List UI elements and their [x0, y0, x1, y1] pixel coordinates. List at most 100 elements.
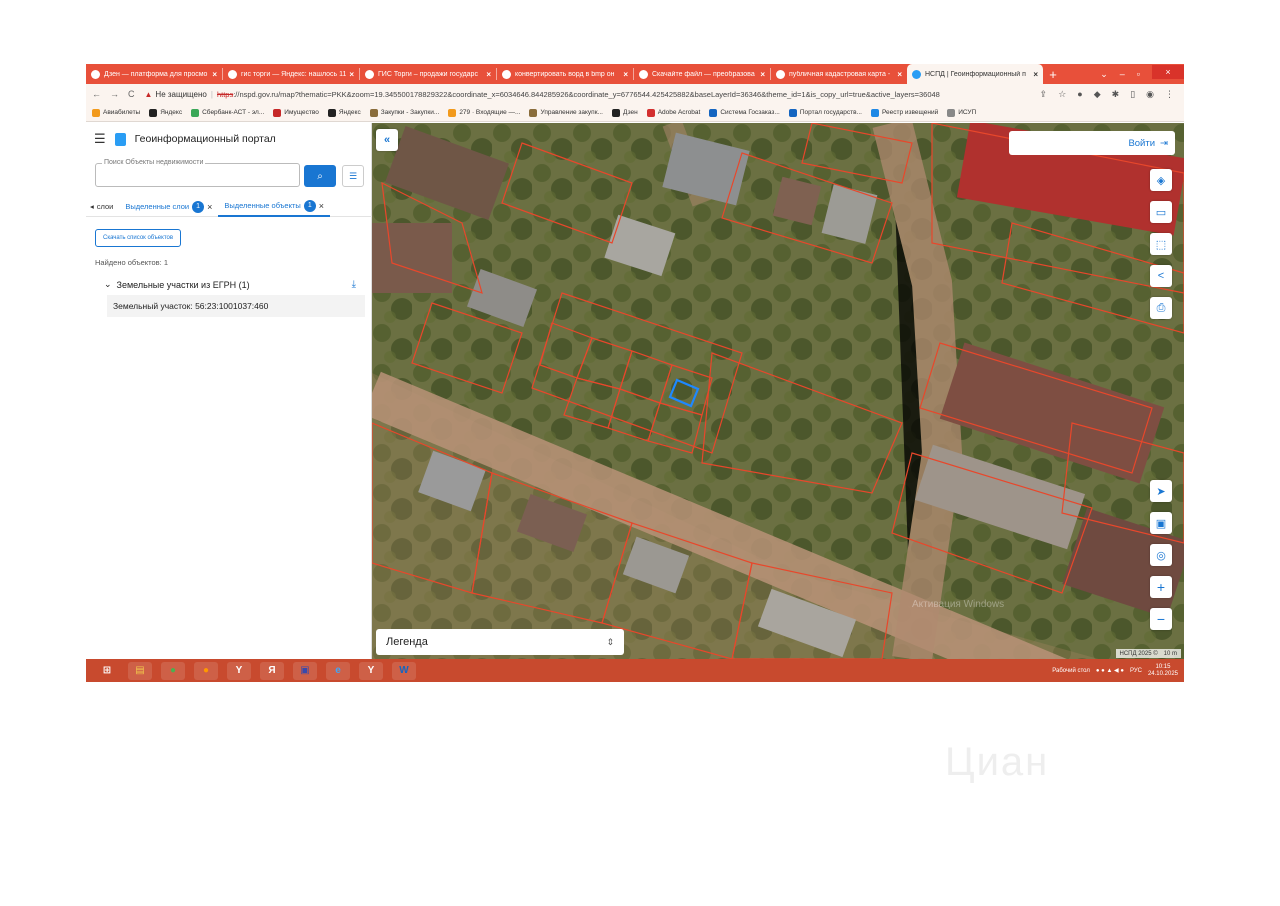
legend-select[interactable]: Легенда ⇕	[376, 629, 624, 655]
ie-icon[interactable]: e	[326, 661, 350, 680]
puzzle-icon[interactable]: ✱	[1112, 89, 1120, 100]
maximize-icon[interactable]: ▫	[1137, 69, 1140, 79]
screenshot-screen: Дзен — платформа для просмо × гис торги —…	[86, 64, 1184, 682]
print-button[interactable]: ⎙	[1150, 297, 1172, 319]
word-icon[interactable]: W	[392, 661, 416, 680]
reload-icon[interactable]: C	[128, 89, 135, 99]
sidepanel-icon[interactable]: ▯	[1130, 89, 1135, 100]
close-tab-icon[interactable]: ×	[623, 70, 628, 79]
close-tab-icon[interactable]: ×	[897, 70, 902, 79]
warning-icon[interactable]: ▲	[145, 90, 153, 99]
search-button[interactable]: ⌕	[304, 165, 336, 187]
bookmark-item[interactable]: Авиабилеты	[92, 108, 140, 117]
select-area-button[interactable]: ⬚	[1150, 233, 1172, 255]
share-page-icon[interactable]: ⇪	[1040, 89, 1048, 100]
search-input[interactable]	[95, 163, 300, 187]
layers-button[interactable]: ◈	[1150, 169, 1172, 191]
back-icon[interactable]: ←	[92, 89, 101, 99]
map-attribution: НСПД 2025 © 10 m	[1115, 649, 1181, 658]
bookmark-item[interactable]: Яндекс	[327, 108, 361, 117]
browser-tab[interactable]: ГИС Торги – продажи государс ×	[360, 64, 496, 84]
browser-tab[interactable]: Дзен — платформа для просмо ×	[86, 64, 222, 84]
hamburger-menu-icon[interactable]: ☰	[94, 131, 106, 147]
profile-icon[interactable]: ◉	[1146, 89, 1154, 100]
poi-button[interactable]: ◎	[1150, 544, 1172, 566]
tab-favicon-icon	[91, 69, 100, 79]
tab-selected-objects[interactable]: Выделенные объекты 1 ×	[218, 197, 331, 217]
filter-button[interactable]: ☰	[342, 165, 364, 187]
zoom-out-button[interactable]: −	[1150, 608, 1172, 630]
download-list-button[interactable]: Скачать список объектов	[95, 229, 182, 247]
address-bar-row: ← → C ▲ Не защищено | https://nspd.gov.r…	[86, 84, 1184, 104]
clock[interactable]: 10:15 24.10.2025	[1148, 664, 1178, 678]
tray-icons[interactable]: ● ● ▲ ◀ ●	[1096, 667, 1124, 674]
yandex-browser-icon[interactable]: Y	[227, 661, 251, 680]
tab-search-icon[interactable]: ⌄	[1100, 69, 1108, 80]
close-tab-icon[interactable]: ×	[1033, 70, 1038, 79]
bookmark-icon	[327, 108, 336, 117]
ruler-button[interactable]: ▭	[1150, 201, 1172, 223]
locate-button[interactable]: ➤	[1150, 480, 1172, 502]
bookmark-item[interactable]: Закупки - Закупки...	[369, 108, 439, 117]
bookmark-item[interactable]: Яндекс	[149, 108, 182, 117]
language-indicator[interactable]: РУС	[1130, 668, 1142, 674]
bookmark-item[interactable]: Система Госзаказ...	[709, 108, 780, 117]
bookmark-item[interactable]: ИСУП	[947, 108, 976, 117]
tab-label: слои	[96, 202, 114, 211]
close-window-icon[interactable]: ×	[1152, 65, 1184, 79]
browser-tab-active[interactable]: НСПД | Геоинформационный п ×	[907, 64, 1043, 84]
close-tab-icon[interactable]: ×	[212, 70, 217, 79]
list-item[interactable]: Земельный участок: 56:23:1001037:460	[107, 295, 365, 317]
save-icon[interactable]: ▣	[293, 661, 317, 680]
map-view[interactable]: « Войти ⇥ ◈ ▭ ⬚ < ⎙ ➤ ▣ ◎ + − Активация W…	[372, 123, 1184, 659]
close-tab-icon[interactable]: ×	[760, 70, 765, 79]
bookmark-item[interactable]: 279 · Входящие —...	[448, 108, 520, 117]
url-field[interactable]: https://nspd.gov.ru/map?thematic=PKK&zoo…	[217, 90, 1040, 99]
close-icon[interactable]: ×	[319, 201, 324, 211]
share-button[interactable]: <	[1150, 265, 1172, 287]
bookmark-item[interactable]: Сбербанк-АСТ - эл...	[191, 108, 264, 117]
collapse-sidebar-button[interactable]: «	[376, 129, 398, 151]
browser-tab[interactable]: Скачайте файл — преобразова ×	[634, 64, 770, 84]
tab-layers[interactable]: ◂ слои	[86, 197, 119, 217]
bookmark-item[interactable]: Имущество	[273, 108, 319, 117]
yandex-icon[interactable]: Я	[260, 661, 284, 680]
locate-icon: ➤	[1156, 485, 1166, 498]
page-content: ☰ Геоинформационный портал Поиск Объекты…	[86, 123, 1184, 659]
browser-tab[interactable]: конвертировать ворд в bmp он ×	[497, 64, 633, 84]
chrome-icon[interactable]: ●	[161, 661, 185, 680]
security-label[interactable]: Не защищено	[155, 90, 206, 99]
minimap-button[interactable]: ▣	[1150, 512, 1172, 534]
explorer-icon[interactable]: ▤	[128, 661, 152, 680]
new-tab-button[interactable]: +	[1043, 64, 1063, 84]
browser-tab[interactable]: публичная кадастровая карта - ×	[771, 64, 907, 84]
bookmark-icon	[646, 108, 655, 117]
bookmark-item[interactable]: Портал государств...	[788, 108, 862, 117]
desktop-label[interactable]: Рабочий стол	[1052, 668, 1090, 674]
bookmark-item[interactable]: Adobe Acrobat	[646, 108, 700, 117]
login-button[interactable]: Войти ⇥	[1009, 131, 1175, 155]
chevron-down-icon[interactable]: ⌄	[104, 279, 112, 290]
menu-icon[interactable]: ⋮	[1165, 89, 1174, 100]
star-icon[interactable]: ☆	[1058, 89, 1066, 100]
windows-taskbar: ⊞ ▤ ● ● Y Я ▣ e Y W Рабочий стол ● ● ▲ ◀ ● РУС 10:15 2…	[86, 659, 1184, 682]
bookmark-item[interactable]: Управление закупк...	[529, 108, 603, 117]
start-icon[interactable]: ⊞	[95, 662, 119, 680]
browser-tab[interactable]: гис торги — Яндекс: нашлось 11 ×	[223, 64, 359, 84]
close-tab-icon[interactable]: ×	[349, 70, 354, 79]
layer-group-row[interactable]: ⌄ Земельные участки из ЕГРН (1) ⤓	[104, 279, 356, 290]
zoom-in-button[interactable]: +	[1150, 576, 1172, 598]
tab-selected-layers[interactable]: Выделенные слои 1 ×	[119, 197, 218, 217]
extension-icon[interactable]: ●	[1077, 89, 1082, 100]
yandex-icon-2[interactable]: Y	[359, 661, 383, 680]
minimize-icon[interactable]: –	[1120, 69, 1125, 79]
bookmark-icon	[92, 108, 100, 117]
bookmark-item[interactable]: Реестр извещений	[870, 108, 938, 117]
bookmark-item[interactable]: Дзен	[611, 108, 638, 117]
close-icon[interactable]: ×	[207, 202, 212, 212]
extension-icon[interactable]: ◆	[1094, 89, 1101, 100]
close-tab-icon[interactable]: ×	[486, 70, 491, 79]
firefox-icon[interactable]: ●	[194, 661, 218, 680]
download-icon[interactable]: ⤓	[352, 279, 356, 290]
forward-icon[interactable]: →	[110, 89, 119, 99]
